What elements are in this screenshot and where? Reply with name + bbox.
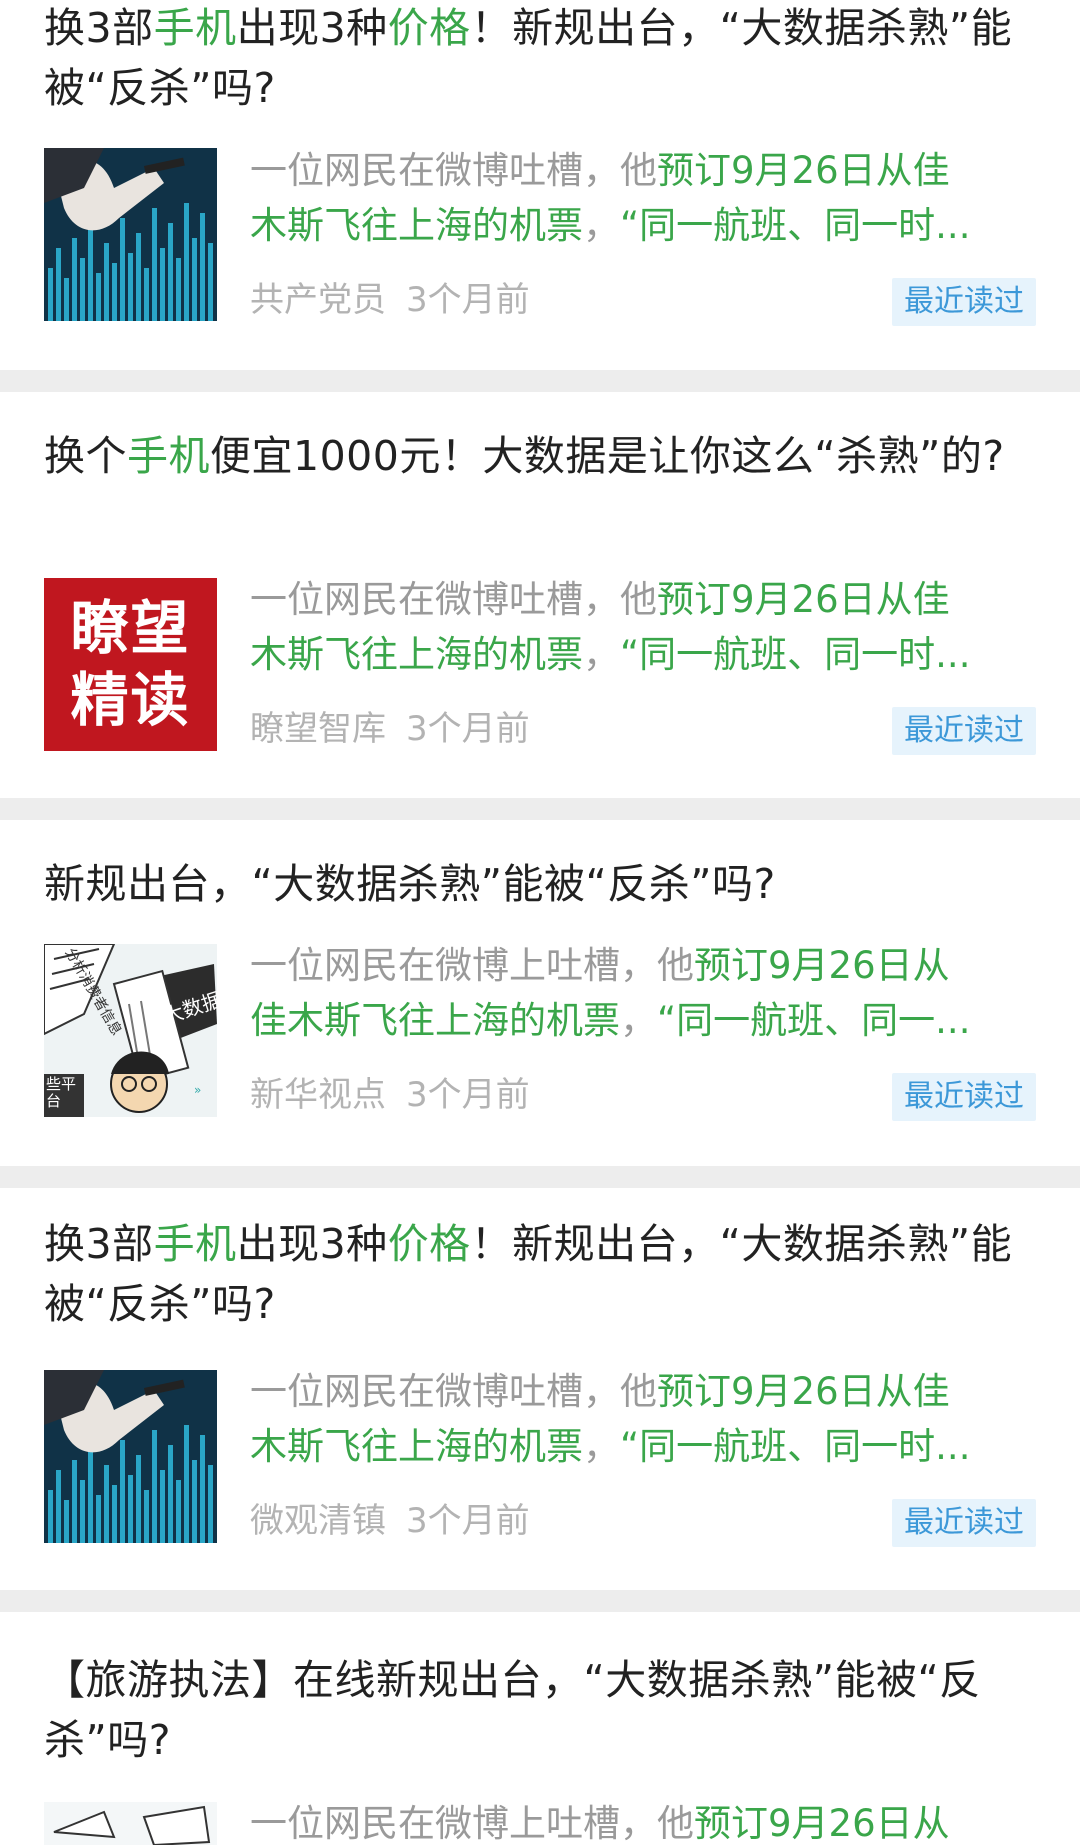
summary-text: 一位网民在微博吐槽，他 — [250, 578, 657, 621]
article-time: 3个月前 — [406, 1075, 530, 1115]
summary-highlight: 预订9月26日从 — [694, 944, 950, 987]
article-summary: 一位网民在微博上吐槽，他预订9月26日从 — [250, 1796, 1040, 1845]
article-meta: 瞭望智库 3个月前 — [250, 709, 530, 749]
title-text: 出现3种 — [236, 1220, 388, 1268]
article-time: 3个月前 — [406, 1501, 530, 1541]
article-thumbnail[interactable]: » 分析消费者信息 大数据 些平台 — [44, 944, 217, 1117]
title-text: 出现3种 — [236, 4, 388, 52]
card-divider — [0, 1166, 1080, 1188]
summary-highlight: 预订9月26日从佳 — [657, 149, 950, 192]
title-highlight: 手机 — [127, 432, 210, 480]
summary-text: ， — [620, 999, 657, 1042]
article-thumbnail[interactable] — [44, 1370, 217, 1543]
summary-text: ， — [583, 204, 620, 247]
thumbnail-label: 些平台 — [46, 1075, 77, 1110]
recently-read-badge: 最近读过 — [892, 1073, 1036, 1121]
title-text: 换3部 — [44, 1220, 154, 1268]
summary-text: 一位网民在微博吐槽，他 — [250, 1370, 657, 1413]
summary-highlight: 木斯飞往上海的机票 — [250, 204, 583, 247]
article-source: 瞭望智库 — [250, 709, 386, 749]
summary-highlight: 木斯飞往上海的机票 — [250, 1425, 583, 1468]
article-time: 3个月前 — [406, 280, 530, 320]
article-thumbnail[interactable]: 瞭望 精读 — [44, 578, 217, 751]
thumbnail-logo-line: 瞭望 — [70, 594, 191, 662]
article-title[interactable]: 换3部手机出现3种价格！新规出台，“大数据杀熟”能被“反杀”吗? — [44, 1214, 1044, 1334]
card-divider — [0, 798, 1080, 820]
title-highlight: 价格 — [387, 1220, 471, 1268]
title-highlight: 手机 — [153, 4, 237, 52]
summary-highlight: 木斯飞往上海的机票 — [250, 633, 583, 676]
svg-text:»: » — [194, 1083, 201, 1097]
summary-highlight: 佳木斯飞往上海的机票 — [250, 999, 620, 1042]
article-summary: 一位网民在微博吐槽，他预订9月26日从佳 木斯飞往上海的机票，“同一航班、同一时… — [250, 143, 1040, 253]
thumbnail-logo-line: 精读 — [70, 666, 191, 734]
recently-read-badge: 最近读过 — [892, 707, 1036, 755]
article-meta: 共产党员 3个月前 — [250, 280, 530, 320]
summary-highlight: 预订9月26日从佳 — [657, 578, 950, 621]
card-divider — [0, 370, 1080, 392]
article-title[interactable]: 【旅游执法】在线新规出台，“大数据杀熟”能被“反杀”吗? — [44, 1650, 1044, 1770]
title-highlight: 手机 — [153, 1220, 237, 1268]
article-title[interactable]: 换个手机便宜1000元！大数据是让你这么“杀熟”的? — [44, 426, 1044, 486]
article-title[interactable]: 换3部手机出现3种价格！新规出台，“大数据杀熟”能被“反杀”吗? — [44, 0, 1044, 118]
title-text: 换个 — [44, 432, 127, 480]
cartoon-image — [44, 1802, 217, 1845]
article-card[interactable]: 换3部手机出现3种价格！新规出台，“大数据杀熟”能被“反杀”吗? 一位网民在微博… — [0, 0, 1080, 370]
title-text: 新规出台，“大数据杀熟”能被“反杀”吗? — [44, 860, 776, 908]
summary-text: ， — [583, 1425, 620, 1468]
summary-highlight: 预订9月26日从 — [694, 1802, 950, 1845]
summary-highlight: “同一航班、同一... — [657, 999, 971, 1042]
article-feed: 换3部手机出现3种价格！新规出台，“大数据杀熟”能被“反杀”吗? 一位网民在微博… — [0, 0, 1080, 1845]
article-source: 新华视点 — [250, 1075, 386, 1115]
recently-read-badge: 最近读过 — [892, 1499, 1036, 1547]
article-source: 共产党员 — [250, 280, 386, 320]
article-card[interactable]: 换个手机便宜1000元！大数据是让你这么“杀熟”的? 瞭望 精读 一位网民在微博吐… — [0, 392, 1080, 798]
summary-highlight: “同一航班、同一时... — [620, 204, 971, 247]
title-text: 【旅游执法】在线新规出台，“大数据杀熟”能被“反杀”吗? — [44, 1656, 981, 1764]
article-title[interactable]: 新规出台，“大数据杀熟”能被“反杀”吗? — [44, 854, 1044, 914]
stock-chart-hand-image — [44, 1370, 217, 1543]
article-time: 3个月前 — [406, 709, 530, 749]
summary-text: 一位网民在微博吐槽，他 — [250, 149, 657, 192]
card-divider — [0, 1590, 1080, 1612]
article-summary: 一位网民在微博吐槽，他预订9月26日从佳 木斯飞往上海的机票，“同一航班、同一时… — [250, 1364, 1040, 1474]
summary-text: 一位网民在微博上吐槽，他 — [250, 1802, 694, 1845]
summary-highlight: 预订9月26日从佳 — [657, 1370, 950, 1413]
article-source: 微观清镇 — [250, 1501, 386, 1541]
title-highlight: 价格 — [387, 4, 471, 52]
article-meta: 微观清镇 3个月前 — [250, 1501, 530, 1541]
article-summary: 一位网民在微博上吐槽，他预订9月26日从 佳木斯飞往上海的机票，“同一航班、同一… — [250, 938, 1040, 1048]
article-summary: 一位网民在微博吐槽，他预订9月26日从佳 木斯飞往上海的机票，“同一航班、同一时… — [250, 572, 1040, 682]
thumbnail-logo-text: 瞭望 精读 — [44, 578, 217, 751]
title-text: 便宜1000元！大数据是让你这么“杀熟”的? — [210, 432, 1005, 480]
article-card[interactable]: 新规出台，“大数据杀熟”能被“反杀”吗? » 分析消费者信息 大数据 些平台 一… — [0, 820, 1080, 1166]
summary-text: ， — [583, 633, 620, 676]
summary-text: 一位网民在微博上吐槽，他 — [250, 944, 694, 987]
article-meta: 新华视点 3个月前 — [250, 1075, 530, 1115]
stock-chart-hand-image — [44, 148, 217, 321]
article-thumbnail[interactable] — [44, 1802, 217, 1845]
summary-highlight: “同一航班、同一时... — [620, 633, 971, 676]
title-text: 换3部 — [44, 4, 154, 52]
article-thumbnail[interactable] — [44, 148, 217, 321]
article-card[interactable]: 换3部手机出现3种价格！新规出台，“大数据杀熟”能被“反杀”吗? 一位网民在微博… — [0, 1188, 1080, 1590]
recently-read-badge: 最近读过 — [892, 278, 1036, 326]
summary-highlight: “同一航班、同一时... — [620, 1425, 971, 1468]
article-card[interactable]: 【旅游执法】在线新规出台，“大数据杀熟”能被“反杀”吗? 一位网民在微博上吐槽，… — [0, 1612, 1080, 1845]
